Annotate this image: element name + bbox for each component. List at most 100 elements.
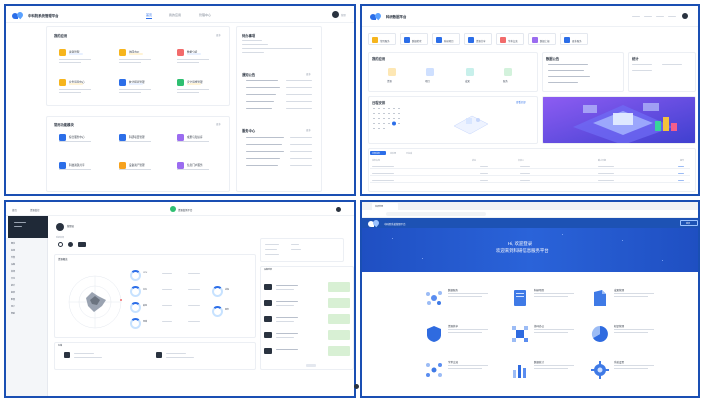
tile-more[interactable]: 更多服务 <box>560 33 588 45</box>
quick-knowledge[interactable]: 成果与知识库 <box>177 134 227 156</box>
row-1-action[interactable] <box>678 166 684 167</box>
link-item-2[interactable] <box>246 144 282 145</box>
row-2-action[interactable] <box>678 173 684 174</box>
news-item-4[interactable] <box>246 101 274 102</box>
user-avatar[interactable] <box>56 223 64 231</box>
feature-data-service[interactable]: 数据服务 <box>424 286 504 314</box>
calendar-view-all[interactable]: 查看全部 <box>516 100 526 104</box>
link-item-1[interactable] <box>246 137 284 138</box>
settings-icon[interactable] <box>68 242 73 247</box>
link-item-3[interactable] <box>246 151 284 152</box>
tab-done[interactable]: 已完成 <box>406 152 412 155</box>
side-item-5[interactable]: 资源 <box>11 270 15 273</box>
quick-asset[interactable]: 设备资产管理 <box>119 162 169 184</box>
table-row[interactable] <box>370 170 690 176</box>
feature-project[interactable]: 科研项目 <box>510 286 590 314</box>
row-3-action[interactable] <box>678 180 684 181</box>
nav-home[interactable]: 首页 <box>146 13 153 19</box>
header-link-3[interactable] <box>656 16 664 17</box>
crumb-module[interactable]: 资源监控 <box>30 208 40 212</box>
carousel-dot[interactable] <box>354 384 359 389</box>
side-item-10[interactable]: 用户 <box>11 305 15 308</box>
device-4-name[interactable] <box>276 333 298 334</box>
tile-exchange[interactable]: 学术交流 <box>496 33 524 45</box>
crumb-home[interactable]: 首页 <box>12 208 17 212</box>
header-link-1[interactable] <box>632 16 640 17</box>
side-item-11[interactable]: 帮助 <box>11 312 15 315</box>
feature-share[interactable]: 资源共享 <box>424 322 504 350</box>
my-apps-more-link[interactable]: 更多 <box>216 33 221 37</box>
tile-report[interactable]: 数据上报 <box>528 33 556 45</box>
notice-item-2[interactable] <box>548 70 584 71</box>
nav-my-apps[interactable]: 我的应用 <box>169 13 181 17</box>
quick-project[interactable]: 科研项目管理 <box>119 134 169 156</box>
tile-share[interactable]: 资源共享 <box>464 33 492 45</box>
news-item-2[interactable] <box>246 87 280 88</box>
side-item-7[interactable]: 统计 <box>11 284 15 287</box>
feature-knowledge[interactable]: 知识管理 <box>590 322 670 350</box>
side-item-2[interactable]: 监测 <box>11 249 15 252</box>
tile-search[interactable]: 数据检索 <box>400 33 428 45</box>
news-item-1[interactable] <box>246 80 278 81</box>
calendar-grid[interactable] <box>372 107 404 136</box>
nav-admin[interactable]: 管理中心 <box>199 13 211 17</box>
app-result-icon[interactable] <box>466 68 474 76</box>
quick-more-link[interactable]: 更多 <box>216 122 221 126</box>
feature-settings[interactable]: 系统设置 <box>590 358 670 386</box>
address-bar[interactable] <box>386 212 486 216</box>
side-item-3[interactable]: 告警 <box>11 256 15 259</box>
device-5-name[interactable] <box>276 349 298 350</box>
link-item-5[interactable] <box>246 165 278 166</box>
link-item-4[interactable] <box>246 158 280 159</box>
app-analysis[interactable]: 数据分析 <box>177 49 227 71</box>
app-resource-icon[interactable] <box>388 68 396 76</box>
feature-result[interactable]: 成果管理 <box>590 286 670 314</box>
side-item-9[interactable]: 配置 <box>11 298 15 301</box>
tile-common[interactable]: 常用服务 <box>368 33 396 45</box>
quick-share[interactable]: 科技资源共享 <box>59 162 109 184</box>
feature-stats[interactable]: 数据统计 <box>510 358 590 386</box>
app-service-icon[interactable] <box>504 68 512 76</box>
app-ops-center[interactable]: 业务运营中心 <box>59 79 109 101</box>
tab-pending[interactable]: 待处理 <box>390 152 396 155</box>
app-office[interactable]: 协同办公 <box>119 49 169 71</box>
quick-service[interactable]: 综合服务中心 <box>59 134 109 156</box>
side-item-8[interactable]: 报表 <box>11 291 15 294</box>
browser-tab[interactable]: 科研管理 <box>372 203 398 210</box>
app-resource[interactable]: 资源管理 <box>59 49 109 71</box>
device-1-name[interactable] <box>276 285 298 286</box>
avatar[interactable] <box>336 207 341 212</box>
screenshot-portal-home: 中科院系统管理平台 首页 我的应用 管理中心 管理 我的应用 更多 资源管理 协… <box>4 4 356 196</box>
avatar[interactable] <box>332 11 339 18</box>
notice-item-4[interactable] <box>548 82 578 83</box>
gauge-memory-value <box>162 289 172 290</box>
tab-all-tasks[interactable]: 全部任务 <box>370 151 386 155</box>
side-item-1[interactable]: 概览 <box>11 242 15 245</box>
side-item-4[interactable]: 设备 <box>11 263 15 266</box>
power-icon[interactable] <box>58 242 63 247</box>
side-item-6[interactable]: 日志 <box>11 277 15 280</box>
avatar[interactable] <box>682 13 688 19</box>
news-item-5[interactable] <box>246 108 272 109</box>
app-project-icon[interactable] <box>426 68 434 76</box>
feature-exchange[interactable]: 学术交流 <box>424 358 504 386</box>
device-3-name[interactable] <box>276 317 298 318</box>
table-row[interactable] <box>370 177 690 183</box>
news-more-link[interactable]: 更多 <box>306 72 311 76</box>
header-link-4[interactable] <box>668 16 676 17</box>
app-security[interactable]: 安全运维管理 <box>177 79 227 101</box>
quick-portal[interactable]: 信息门户服务 <box>177 162 227 184</box>
device-2-name[interactable] <box>276 301 298 302</box>
device-pager[interactable] <box>306 364 316 367</box>
links-more-link[interactable]: 更多 <box>306 128 311 132</box>
notice-item-3[interactable] <box>548 76 590 77</box>
tile-project[interactable]: 科研项目 <box>432 33 460 45</box>
news-item-3[interactable] <box>246 94 276 95</box>
feature-office[interactable]: 协同办公 <box>510 322 590 350</box>
screen-icon[interactable] <box>78 242 86 247</box>
notice-item-1[interactable] <box>548 64 588 65</box>
app-reports[interactable]: 统计报表管理 <box>119 79 169 101</box>
login-button[interactable]: 登录 <box>680 220 698 226</box>
header-link-2[interactable] <box>644 16 652 17</box>
table-row[interactable] <box>370 163 690 169</box>
